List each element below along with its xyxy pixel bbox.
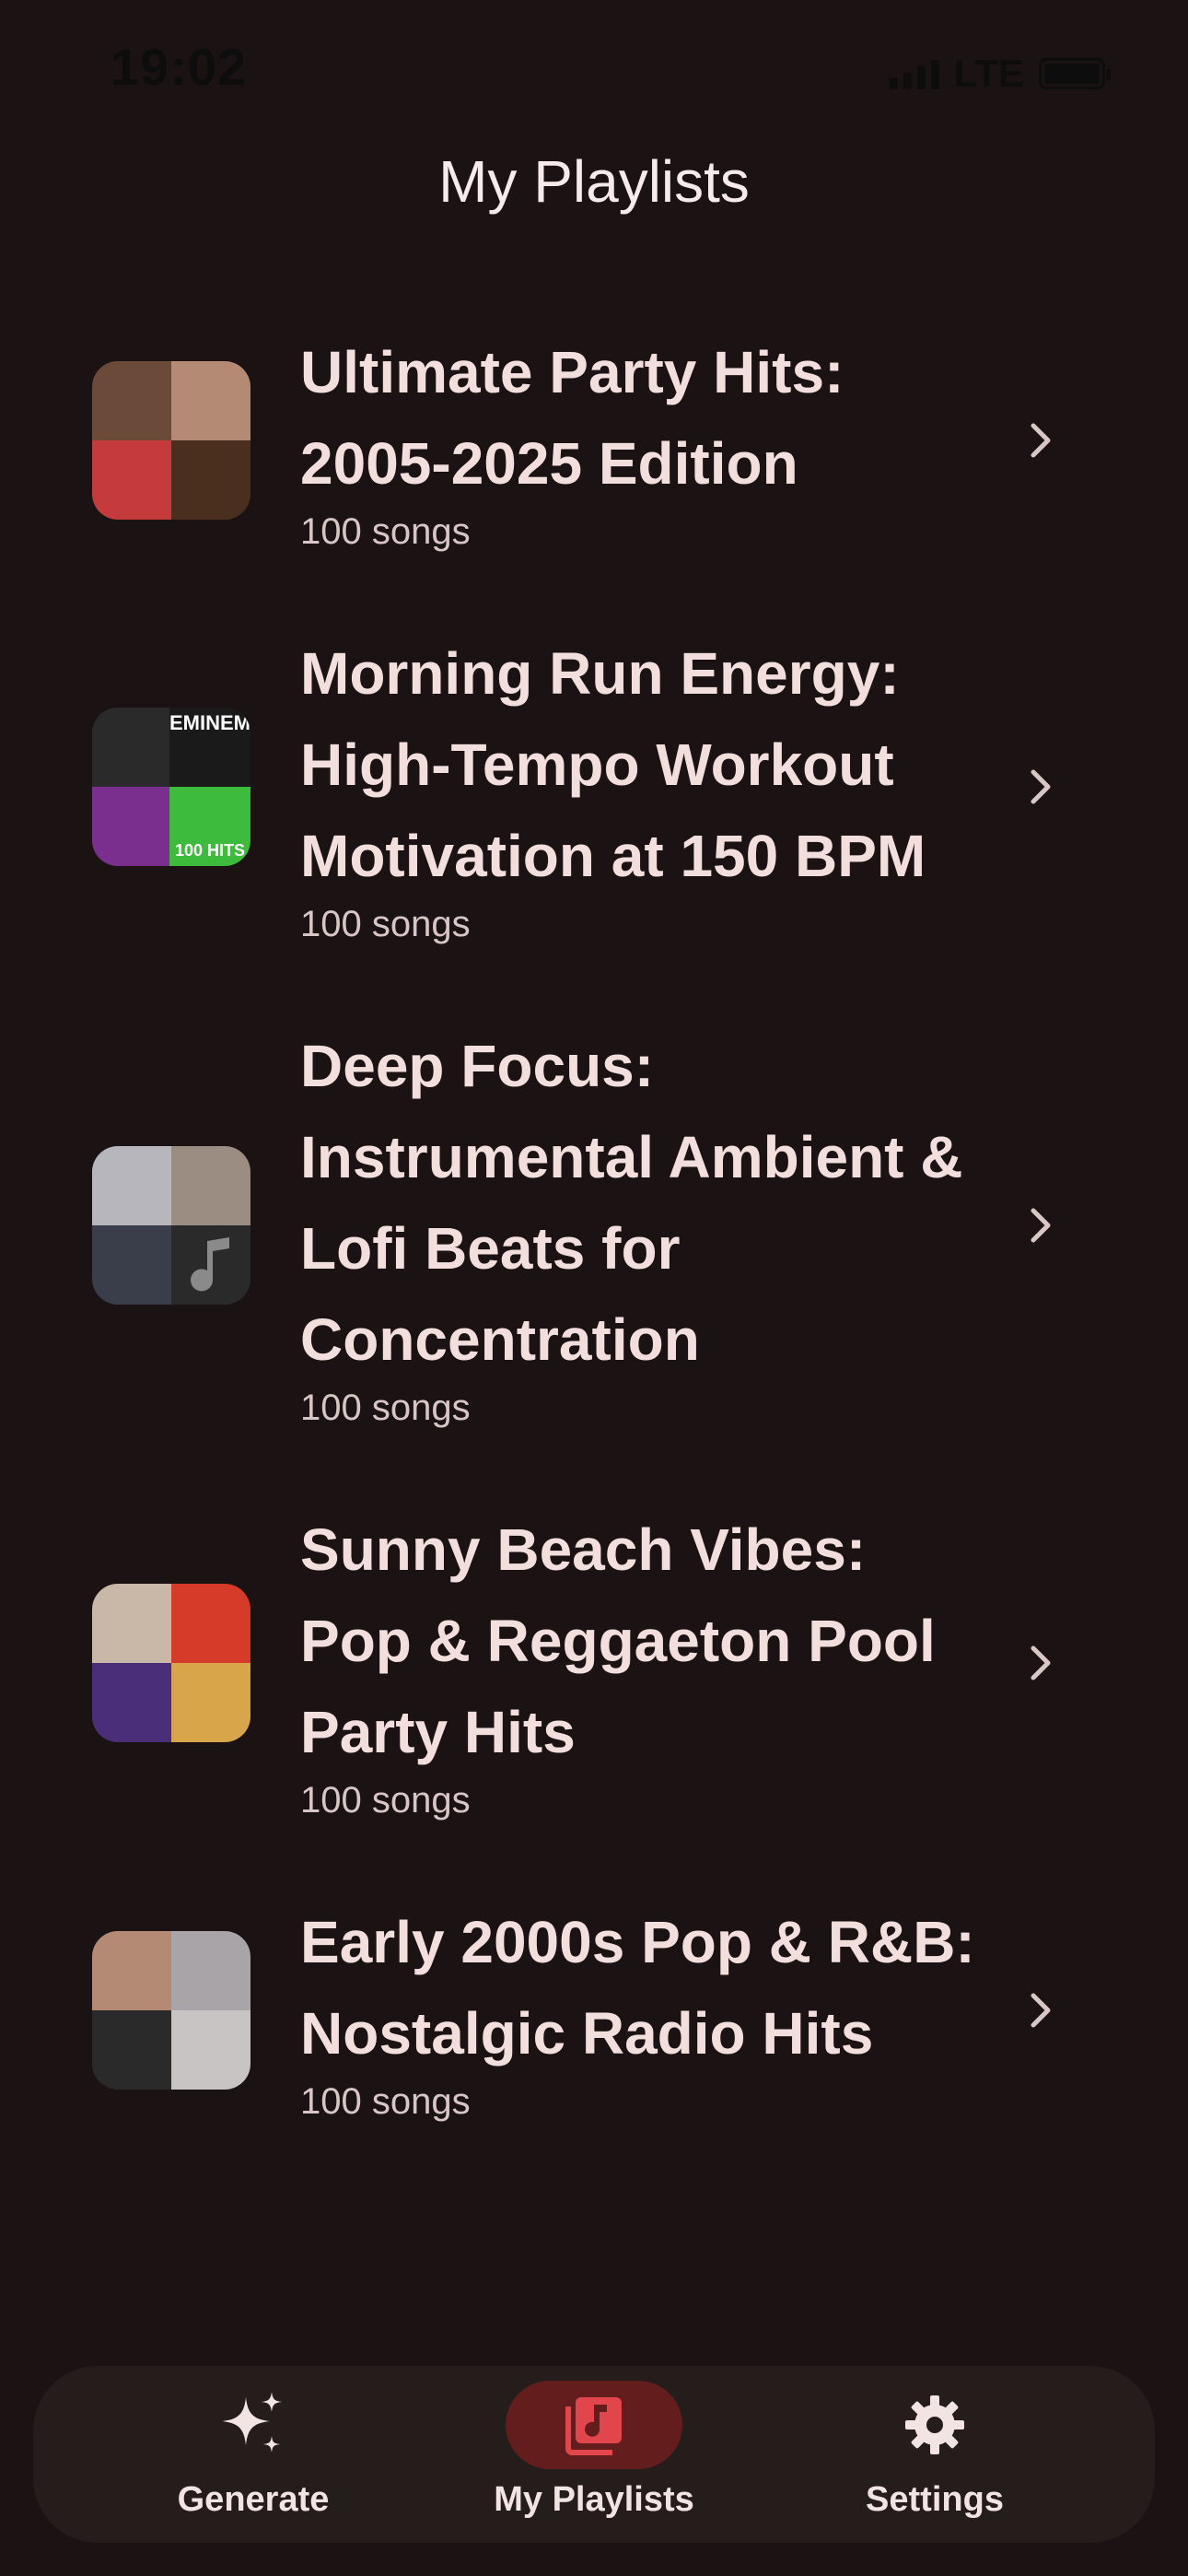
playlist-cover: [92, 1930, 250, 2090]
cover-tile: [92, 1145, 171, 1225]
playlist-text: Early 2000s Pop & R&B: Nostalgic Radio H…: [300, 1897, 1087, 2123]
cover-tile: [171, 1145, 250, 1225]
playlist-title: Morning Run Energy: High-Tempo Workout M…: [300, 640, 926, 889]
playlist-text: Sunny Beach Vibes: Pop & Reggaeton Pool …: [300, 1505, 1087, 1821]
cover-tile: [92, 708, 169, 787]
signal-icon: [889, 58, 939, 89]
cover-tile: [171, 1930, 250, 2010]
nav-label: My Playlists: [494, 2480, 694, 2519]
playlist-item[interactable]: Ultimate Party Hits: 2005-2025 Edition 1…: [0, 327, 1188, 553]
nav-label: Generate: [177, 2480, 330, 2519]
gear-icon: [846, 2381, 1023, 2469]
chevron-right-icon: [1022, 768, 1059, 805]
chevron-right-icon: [1022, 422, 1059, 459]
cover-tile: [171, 439, 250, 520]
cover-tile: [92, 1584, 171, 1663]
nav-my-playlists[interactable]: My Playlists: [456, 2366, 732, 2543]
playlist-text: Morning Run Energy: High-Tempo Workout M…: [300, 628, 1087, 945]
page-title: My Playlists: [438, 148, 750, 215]
playlist-item[interactable]: Early 2000s Pop & R&B: Nostalgic Radio H…: [0, 1897, 1188, 2123]
cover-tile: [171, 1584, 250, 1663]
cover-tile: [92, 1224, 171, 1305]
cover-tile: [171, 1663, 250, 1742]
playlist-title: Early 2000s Pop & R&B: Nostalgic Radio H…: [300, 1909, 975, 2067]
playlist-song-count: 100 songs: [300, 904, 471, 944]
cover-tile: [171, 360, 250, 440]
playlist-title: Deep Focus: Instrumental Ambient & Lofi …: [300, 1033, 963, 1373]
music-library-icon: [506, 2381, 682, 2469]
playlist-song-count: 100 songs: [300, 1780, 471, 1821]
cover-tile: [92, 439, 171, 520]
playlist-item[interactable]: Sunny Beach Vibes: Pop & Reggaeton Pool …: [0, 1505, 1188, 1821]
status-bar: 19:02 LTE: [0, 0, 1188, 138]
sparkles-icon: [165, 2381, 342, 2469]
chevron-right-icon: [1022, 1992, 1059, 2029]
music-note-icon: [171, 1224, 250, 1305]
playlist-title: Sunny Beach Vibes: Pop & Reggaeton Pool …: [300, 1516, 936, 1765]
playlist-text: Ultimate Party Hits: 2005-2025 Edition 1…: [300, 327, 1087, 553]
playlist-cover: [92, 1584, 250, 1742]
playlist-song-count: 100 songs: [300, 511, 471, 552]
cover-tile: 100 HITS: [169, 787, 250, 866]
cover-tile: [92, 787, 169, 866]
playlist-title: Ultimate Party Hits: 2005-2025 Edition: [300, 339, 844, 497]
nav-settings[interactable]: Settings: [797, 2366, 1073, 2543]
bottom-nav: Generate My Playlists Settings: [33, 2366, 1155, 2543]
chevron-right-icon: [1022, 1207, 1059, 1244]
playlist-list: Ultimate Party Hits: 2005-2025 Edition 1…: [0, 327, 1188, 2198]
playlist-item[interactable]: EMINEM 100 HITS Morning Run Energy: High…: [0, 628, 1188, 945]
network-label: LTE: [953, 52, 1024, 95]
status-indicators: LTE: [889, 52, 1111, 96]
nav-generate[interactable]: Generate: [115, 2366, 391, 2543]
app-screen: 19:02 LTE My Playlists Ultimate Party Hi…: [0, 0, 1188, 2576]
playlist-cover: [92, 1145, 250, 1305]
cover-tile: [171, 2009, 250, 2090]
nav-label: Settings: [866, 2480, 1004, 2519]
cover-tile: [92, 1663, 171, 1742]
cover-tile: [92, 1930, 171, 2010]
playlist-song-count: 100 songs: [300, 1388, 471, 1428]
playlist-cover: EMINEM 100 HITS: [92, 708, 250, 866]
cover-tile: [92, 2009, 171, 2090]
playlist-song-count: 100 songs: [300, 2081, 471, 2122]
battery-icon: [1039, 58, 1111, 89]
playlist-text: Deep Focus: Instrumental Ambient & Lofi …: [300, 1021, 1087, 1429]
cover-tile: [92, 360, 171, 440]
playlist-cover: [92, 360, 250, 520]
chevron-right-icon: [1022, 1645, 1059, 1681]
cover-tile: EMINEM: [169, 708, 250, 787]
playlist-item[interactable]: Deep Focus: Instrumental Ambient & Lofi …: [0, 1021, 1188, 1429]
status-time: 19:02: [111, 38, 248, 96]
